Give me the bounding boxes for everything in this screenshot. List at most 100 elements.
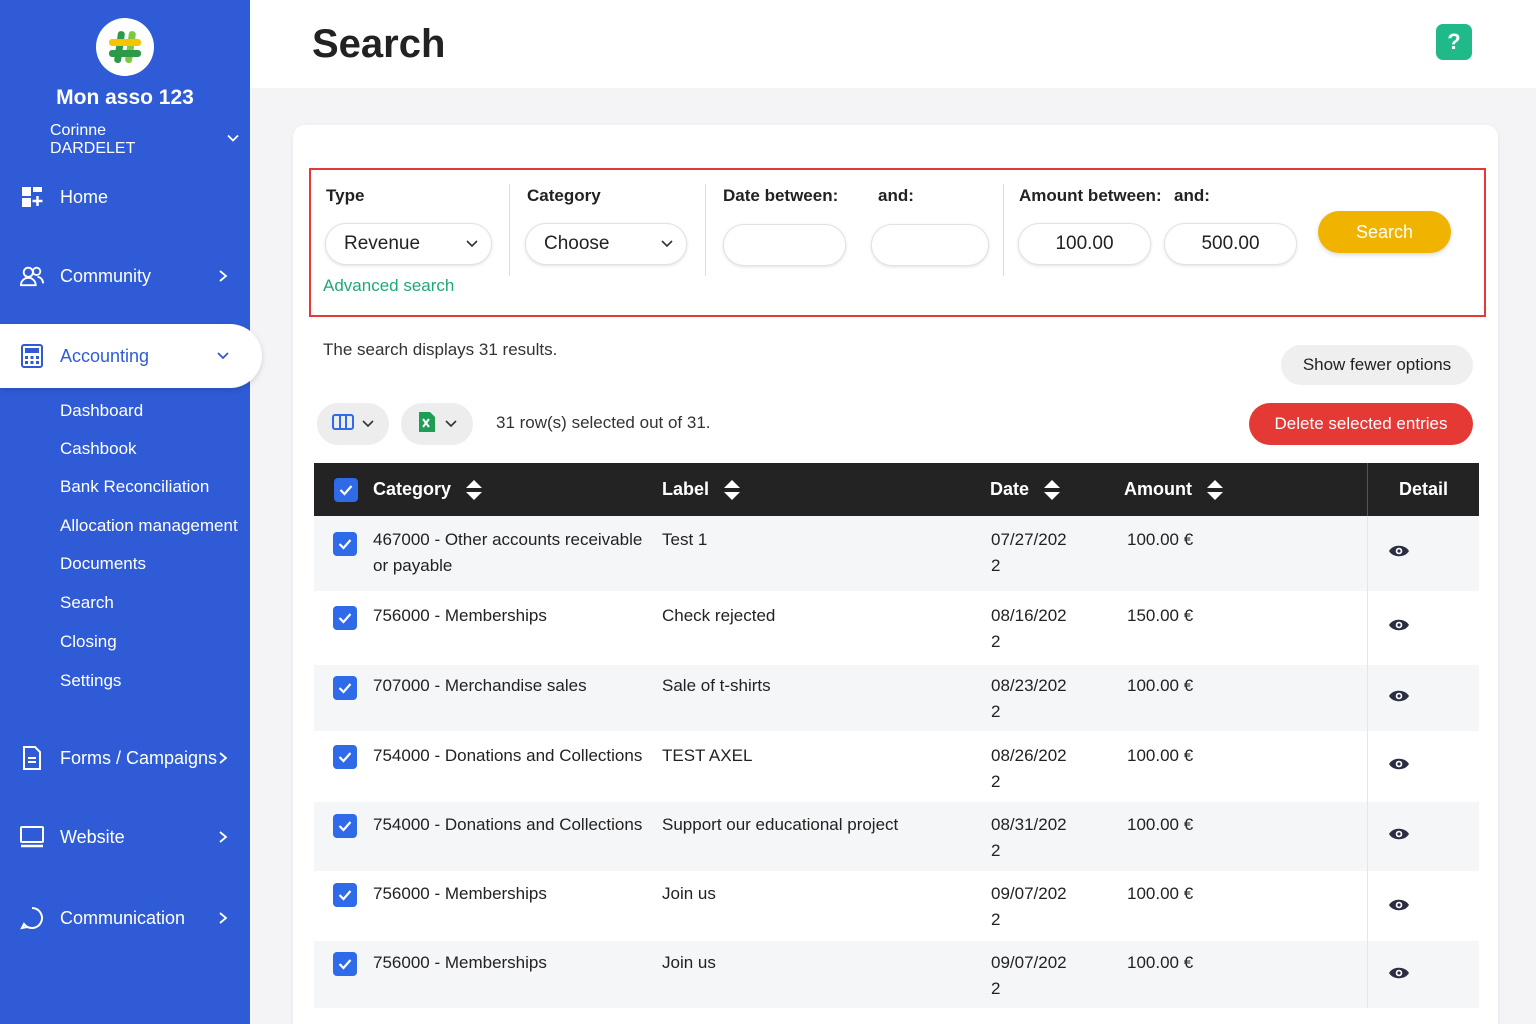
nav-community[interactable]: Community [0,248,250,304]
row-label: Sale of t-shirts [662,676,771,695]
eye-icon[interactable] [1388,689,1410,703]
type-label: Type [326,186,365,205]
eye-icon[interactable] [1388,966,1410,980]
chevron-down-icon [226,131,240,150]
nav-website[interactable]: Website [0,809,250,865]
table-row: 754000 - Donations and Collections Suppo… [314,802,1479,871]
amount-min-input[interactable]: 100.00 [1018,223,1151,265]
show-fewer-options-button[interactable]: Show fewer options [1281,345,1473,385]
subnav-dashboard[interactable]: Dashboard [60,401,143,421]
row-label: Check rejected [662,606,776,625]
subnav-bank-reconciliation[interactable]: Bank Reconciliation [60,477,209,497]
row-checkbox[interactable] [333,606,357,630]
row-date: 09/07/2022 [991,884,1067,929]
row-checkbox[interactable] [333,814,357,838]
subnav-allocation-management[interactable]: Allocation management [60,516,238,536]
eye-icon[interactable] [1388,544,1410,558]
table-row: 756000 - Memberships Check rejected 08/1… [314,591,1479,665]
nav-communication-label: Communication [60,907,186,928]
type-select[interactable]: Revenue [325,223,492,265]
column-divider [1367,516,1368,591]
sort-icon [465,479,483,501]
check-icon [338,821,352,832]
row-category: 707000 - Merchandise sales [373,676,587,695]
page-header: Search ? [250,0,1536,88]
results-summary: The search displays 31 results. [323,340,558,359]
column-divider [1367,802,1368,871]
amount-max-input[interactable]: 500.00 [1164,223,1297,265]
subnav-cashbook[interactable]: Cashbook [60,439,137,459]
advanced-search-link[interactable]: Advanced search [323,276,454,296]
category-select[interactable]: Choose [525,223,687,265]
nav-website-label: Website [60,826,125,847]
excel-icon [417,411,437,438]
eye-icon[interactable] [1388,618,1410,632]
row-amount: 150.00 € [1127,606,1194,625]
user-name: Corinne DARDELET [50,122,136,157]
row-category: 756000 - Memberships [373,884,547,903]
logo-hash-icon [109,31,141,64]
eye-icon[interactable] [1388,827,1410,841]
row-checkbox[interactable] [333,745,357,769]
column-header-amount[interactable]: Amount [1124,463,1224,516]
chevron-right-icon [216,751,230,765]
help-button[interactable]: ? [1436,24,1472,60]
columns-menu-button[interactable] [317,403,389,445]
row-category: 467000 - Other accounts receivable or pa… [373,530,643,575]
column-divider [1367,665,1368,731]
row-category: 754000 - Donations and Collections [373,746,643,765]
check-icon [338,752,352,763]
column-divider [1367,731,1368,802]
date-to-input[interactable] [871,224,989,266]
dashboard-icon [20,185,44,209]
column-header-label[interactable]: Label [662,463,741,516]
subnav-closing[interactable]: Closing [60,632,117,652]
row-amount: 100.00 € [1127,746,1194,765]
select-all-checkbox[interactable] [334,478,358,502]
nav-communication[interactable]: Communication [0,890,250,946]
nav-accounting-label: Accounting [60,345,150,366]
page-title: Search [312,22,446,66]
search-button[interactable]: Search [1318,211,1451,253]
date-from-input[interactable] [723,224,846,266]
row-checkbox[interactable] [333,952,357,976]
table-row: 756000 - Memberships Join us 09/07/2022 … [314,941,1479,1008]
delete-selected-button[interactable]: Delete selected entries [1249,403,1473,445]
excel-export-button[interactable] [401,403,473,445]
nav-forms-campaigns[interactable]: Forms / Campaigns [0,730,250,786]
category-label: Category [527,186,601,205]
nav-community-label: Community [60,265,152,286]
eye-icon[interactable] [1388,898,1410,912]
org-logo[interactable] [96,18,154,76]
chevron-right-icon [216,830,230,844]
column-header-date[interactable]: Date [990,463,1061,516]
row-label: Test 1 [662,530,708,549]
nav-home[interactable]: Home [0,169,250,225]
check-icon [338,539,352,550]
org-name: Mon asso 123 [56,86,194,109]
subnav-settings[interactable]: Settings [60,671,121,691]
subnav-search[interactable]: Search [60,593,114,613]
columns-icon [332,413,354,435]
table-row: 756000 - Memberships Join us 09/07/2022 … [314,871,1479,941]
row-checkbox[interactable] [333,883,357,907]
row-label: Join us [662,953,716,972]
row-category: 756000 - Memberships [373,953,547,972]
column-amount-label: Amount [1124,479,1192,499]
column-header-category[interactable]: Category [373,463,483,516]
table-row: 754000 - Donations and Collections TEST … [314,731,1479,802]
row-date: 08/16/2022 [991,606,1067,651]
check-icon [339,485,353,496]
sidebar: Mon asso 123 Corinne DARDELET Home Commu… [0,0,262,1024]
row-checkbox[interactable] [333,676,357,700]
eye-icon[interactable] [1388,757,1410,771]
row-label: Support our educational project [662,815,899,834]
column-label-label: Label [662,479,710,499]
subnav-documents[interactable]: Documents [60,554,146,574]
row-date: 07/27/2022 [991,530,1067,575]
nav-accounting[interactable]: Accounting [0,324,262,388]
row-checkbox[interactable] [333,532,357,556]
chevron-down-icon [660,237,674,251]
table-header: Category Label Date Amount Detail [314,463,1479,516]
user-menu[interactable]: Corinne DARDELET [50,122,240,158]
